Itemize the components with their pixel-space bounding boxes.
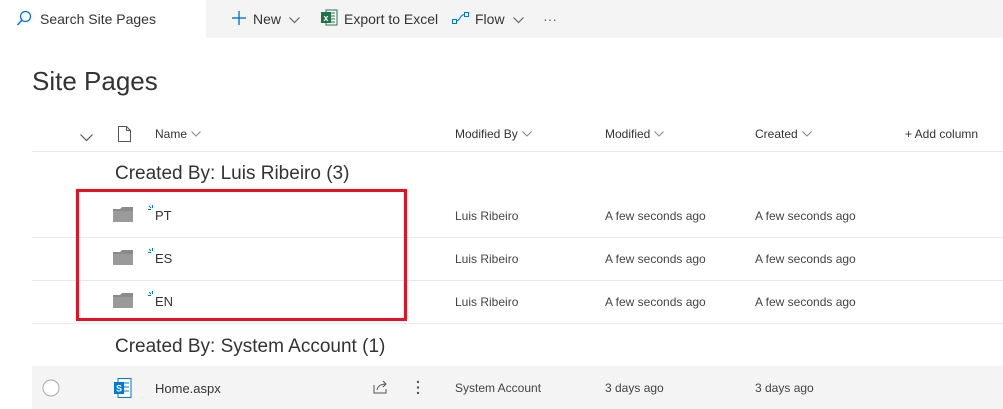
excel-icon: x — [321, 9, 338, 29]
add-column-label: + Add column — [905, 127, 979, 141]
chevron-down-icon — [512, 11, 524, 27]
export-to-excel-button[interactable]: x Export to Excel — [321, 0, 438, 38]
group-header-system-account[interactable]: Created By: System Account (1) — [115, 336, 385, 358]
column-header-modified-by[interactable]: Modified By — [455, 127, 532, 141]
more-options-icon[interactable] — [416, 380, 420, 400]
created-cell: A few seconds ago — [755, 295, 856, 309]
search-input[interactable]: Search Site Pages — [40, 11, 156, 27]
sharepoint-page-icon: S — [114, 378, 132, 403]
modified-cell: A few seconds ago — [605, 295, 706, 309]
flow-label: Flow — [475, 11, 505, 27]
column-header-created[interactable]: Created — [755, 127, 812, 141]
modified-cell: A few seconds ago — [605, 209, 706, 223]
row-divider — [32, 323, 1003, 324]
svg-text:x: x — [323, 13, 328, 23]
new-button[interactable]: New — [231, 0, 300, 38]
add-column-button[interactable]: + Add column — [905, 127, 978, 141]
highlight-annotation — [76, 189, 407, 321]
modified-by-cell: Luis Ribeiro — [455, 252, 519, 266]
created-cell: 3 days ago — [755, 381, 814, 395]
created-cell: A few seconds ago — [755, 252, 856, 266]
new-label: New — [253, 11, 282, 27]
chevron-down-icon — [654, 131, 665, 137]
chevron-down-icon — [521, 131, 532, 137]
modified-cell: A few seconds ago — [605, 252, 706, 266]
column-header-created-label: Created — [755, 127, 798, 141]
more-actions-button[interactable]: ··· — [543, 0, 557, 38]
export-label: Export to Excel — [344, 11, 439, 27]
row-select-checkbox[interactable] — [42, 379, 60, 402]
group-header-luis-ribeiro[interactable]: Created By: Luis Ribeiro (3) — [115, 163, 349, 185]
more-icon: ··· — [543, 11, 557, 27]
share-icon[interactable] — [373, 380, 389, 399]
column-header-name[interactable]: Name — [155, 127, 201, 141]
search-box[interactable]: Search Site Pages — [0, 0, 206, 38]
file-type-header[interactable] — [118, 126, 131, 147]
collapse-all-toggle[interactable] — [80, 129, 93, 147]
svg-text:S: S — [116, 384, 122, 394]
modified-cell: 3 days ago — [605, 381, 664, 395]
column-header-modified-by-label: Modified By — [455, 127, 518, 141]
header-divider — [32, 151, 1003, 152]
flow-button[interactable]: Flow — [452, 0, 524, 38]
column-header-modified[interactable]: Modified — [605, 127, 665, 141]
chevron-down-icon — [80, 129, 93, 146]
chevron-down-icon — [801, 131, 812, 137]
column-header-name-label: Name — [155, 127, 188, 141]
search-icon — [16, 10, 32, 32]
command-bar: Search Site Pages New x Export to Excel … — [0, 0, 1003, 38]
item-name-home[interactable]: Home.aspx — [155, 381, 221, 396]
modified-by-cell: Luis Ribeiro — [455, 295, 519, 309]
plus-icon — [231, 10, 247, 29]
created-cell: A few seconds ago — [755, 209, 856, 223]
page-title: Site Pages — [32, 66, 158, 96]
modified-by-cell: Luis Ribeiro — [455, 209, 519, 223]
document-icon — [118, 126, 131, 146]
column-header-modified-label: Modified — [605, 127, 651, 141]
chevron-down-icon — [289, 11, 300, 27]
chevron-down-icon — [191, 131, 201, 137]
flow-icon — [452, 11, 469, 28]
modified-by-cell: System Account — [455, 381, 542, 395]
